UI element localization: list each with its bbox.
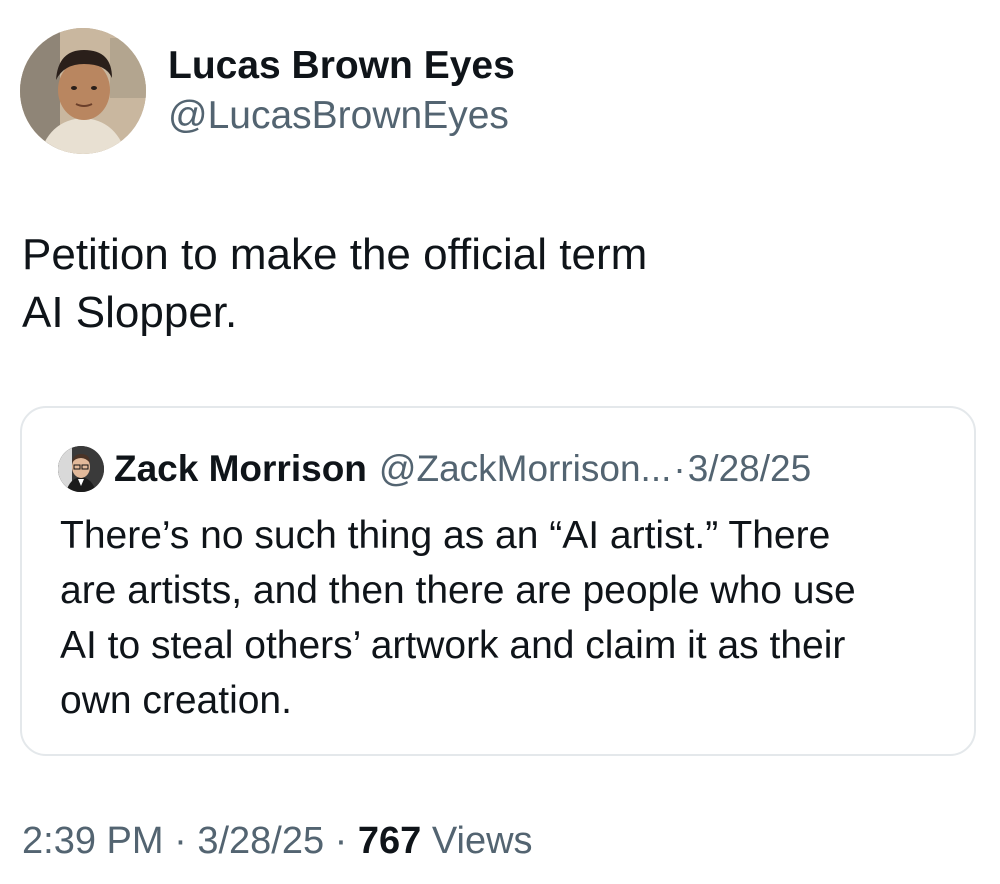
tweet-date[interactable]: 3/28/25 <box>197 820 324 862</box>
meta-separator: · <box>334 820 348 862</box>
avatar-photo-icon <box>58 446 104 492</box>
tweet-author: Lucas Brown Eyes @LucasBrownEyes <box>20 28 515 154</box>
quoted-tweet-text: There’s no such thing as an “AI artist.”… <box>60 508 960 728</box>
tweet-metadata: 2:39 PM · 3/28/25 · 767 Views <box>22 816 533 866</box>
meta-separator: · <box>174 820 187 862</box>
quoted-tweet-card[interactable]: Zack Morrison @ZackMorrison... · 3/28/25… <box>20 406 976 756</box>
quoted-author-display-name[interactable]: Zack Morrison <box>114 444 367 494</box>
tweet-time[interactable]: 2:39 PM <box>22 820 164 862</box>
header-separator: · <box>673 448 686 489</box>
views-label: Views <box>431 820 533 862</box>
author-avatar[interactable] <box>20 28 146 154</box>
author-handle[interactable]: @LucasBrownEyes <box>168 91 515 141</box>
quoted-text-line: own creation. <box>60 679 292 722</box>
tweet-text-line: Petition to make the official term <box>22 230 648 279</box>
tweet-text-line: AI Slopper. <box>22 288 238 337</box>
avatar-photo-icon <box>20 28 146 154</box>
quoted-text-line: AI to steal others’ artwork and claim it… <box>60 624 846 667</box>
views-count[interactable]: 767 <box>358 820 421 862</box>
quoted-text-line: There’s no such thing as an “AI artist.”… <box>60 514 831 557</box>
quoted-author-avatar[interactable] <box>58 446 104 492</box>
tweet-text: Petition to make the official term AI Sl… <box>22 226 922 342</box>
quoted-tweet-header: Zack Morrison @ZackMorrison... · 3/28/25 <box>58 444 811 494</box>
quoted-author-handle[interactable]: @ZackMorrison... <box>379 444 672 494</box>
author-display-name[interactable]: Lucas Brown Eyes <box>168 41 515 91</box>
quoted-text-line: are artists, and then there are people w… <box>60 569 856 612</box>
quoted-tweet-date[interactable]: 3/28/25 <box>688 444 811 494</box>
